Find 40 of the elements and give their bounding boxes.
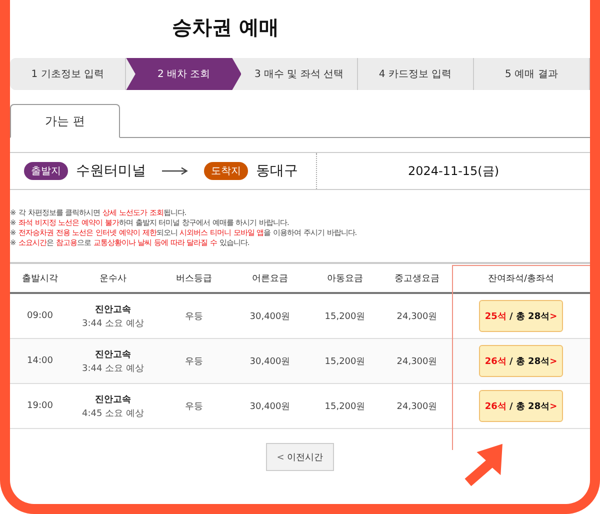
previous-time-button[interactable]: < 이전시간 [266, 443, 334, 471]
arrival-terminal: 동대구 [256, 162, 298, 180]
departure-time: 19:00 [27, 401, 53, 411]
column-header: 잔여좌석/총좌석 [486, 272, 556, 286]
departure-date: 2024-11-15(금) [408, 162, 500, 180]
departure-time: 09:00 [27, 311, 53, 321]
child-fare: 15,200원 [324, 356, 366, 368]
direction-tab[interactable]: 가는 편 [10, 104, 120, 138]
child-fare: 15,200원 [324, 400, 366, 412]
departure-time: 14:00 [27, 356, 53, 366]
column-header: 아동요금 [326, 272, 364, 286]
column-header: 버스등급 [175, 272, 213, 286]
column-header: 운수사 [98, 272, 128, 286]
bus-company: 진안고속 [95, 348, 131, 360]
student-fare: 24,300원 [396, 356, 438, 368]
adult-fare: 30,400원 [250, 310, 290, 322]
bus-grade: 우등 [185, 310, 203, 322]
travel-duration: 3:44 소요 예상 [82, 318, 144, 330]
child-fare: 15,200원 [324, 310, 366, 322]
column-header: 출발시각 [21, 272, 59, 286]
student-fare: 24,300원 [396, 400, 438, 412]
page-title: 승차권 예매 [171, 14, 280, 41]
travel-duration: 3:44 소요 예상 [82, 362, 144, 374]
departure-terminal: 수원터미널 [76, 162, 146, 180]
bus-grade: 우등 [185, 400, 203, 412]
arrival-badge: 도착지 [204, 162, 248, 180]
adult-fare: 30,400원 [250, 356, 290, 368]
departure-badge: 출발지 [24, 162, 68, 180]
bus-company: 진안고속 [95, 394, 131, 406]
bus-grade: 우등 [185, 356, 203, 368]
column-header: 어른요금 [251, 272, 289, 286]
seat-select-button[interactable]: 25석 / 총 28석> [479, 300, 563, 332]
travel-duration: 4:45 소요 예상 [82, 408, 144, 420]
column-header: 중고생요금 [394, 272, 440, 286]
seat-select-button[interactable]: 26석 / 총 28석> [479, 390, 563, 422]
seat-select-button[interactable]: 26석 / 총 28석> [479, 345, 563, 377]
arrow-right-icon [162, 166, 188, 176]
bus-company: 진안고속 [95, 304, 131, 316]
adult-fare: 30,400원 [250, 400, 290, 412]
student-fare: 24,300원 [396, 310, 438, 322]
